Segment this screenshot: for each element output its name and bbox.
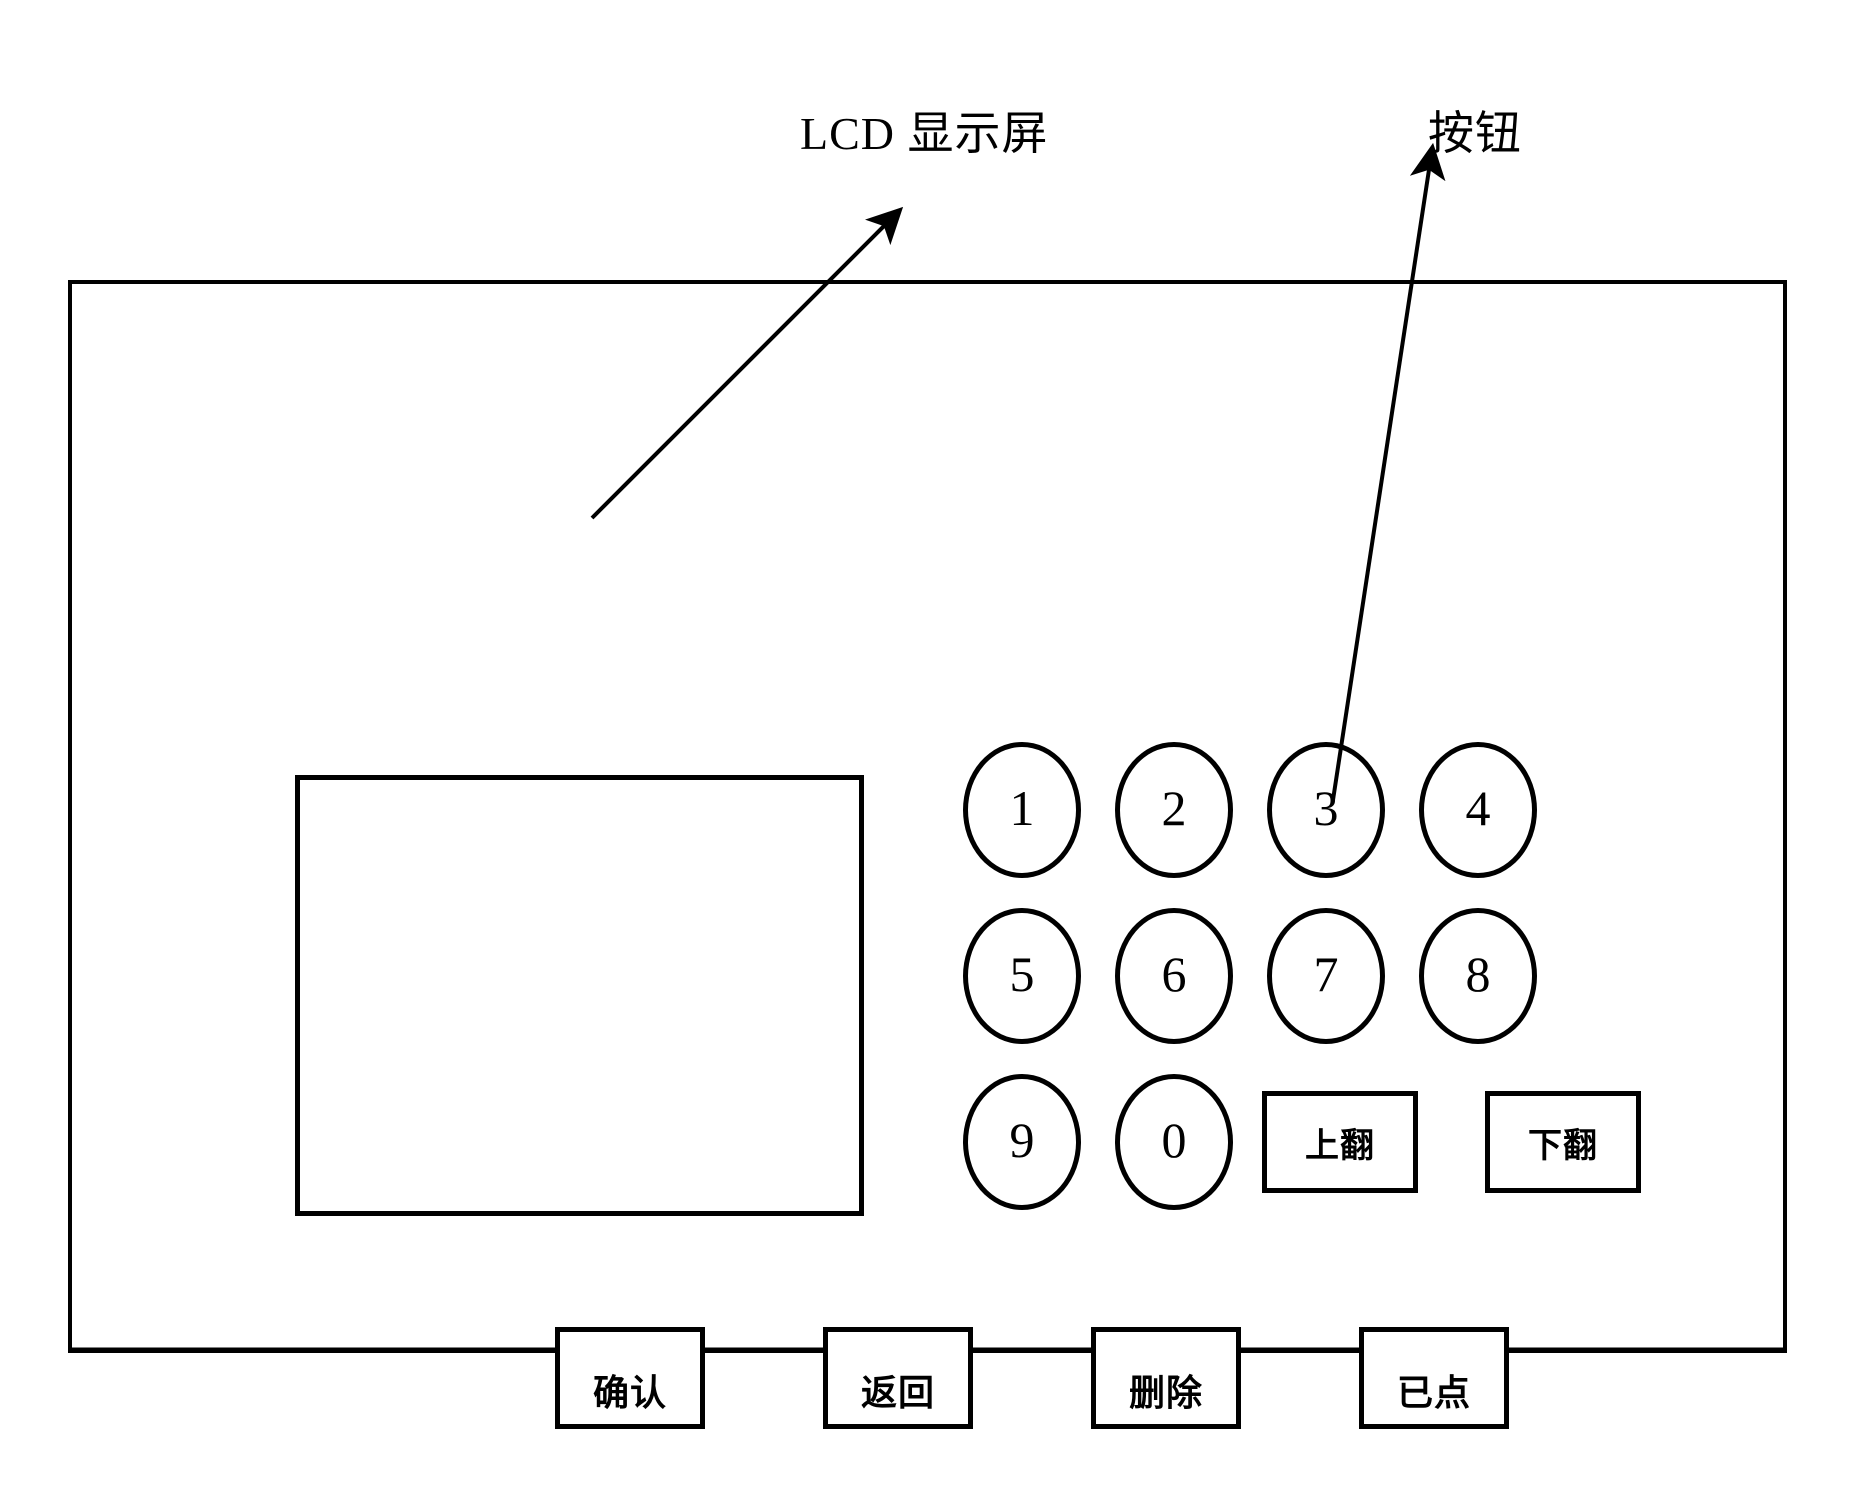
key-label: 1: [1009, 780, 1035, 836]
back-label: 返回: [860, 1372, 935, 1413]
key-circle-5[interactable]: 5: [963, 908, 1081, 1044]
confirm-button[interactable]: 确认: [555, 1327, 705, 1429]
page-down-label: 下翻: [1528, 1126, 1598, 1165]
page-up-button[interactable]: 上翻: [1262, 1091, 1418, 1193]
delete-label: 删除: [1128, 1372, 1203, 1413]
key-circle-4[interactable]: 4: [1419, 742, 1537, 878]
delete-button[interactable]: 删除: [1091, 1327, 1241, 1429]
key-label: 7: [1313, 946, 1339, 1002]
key-label: 4: [1465, 780, 1491, 836]
diagram-canvas: LCD 显示屏 按钮 1 2 3 4 5 6 7 8 9 0 上翻 下翻 确认 …: [0, 0, 1859, 1499]
key-label: 3: [1313, 780, 1339, 836]
key-label: 6: [1161, 946, 1187, 1002]
key-circle-1[interactable]: 1: [963, 742, 1081, 878]
key-circle-8[interactable]: 8: [1419, 908, 1537, 1044]
key-label: 9: [1009, 1112, 1035, 1168]
key-label: 8: [1465, 946, 1491, 1002]
key-circle-0[interactable]: 0: [1115, 1074, 1233, 1210]
annotation-label-button: 按钮: [1428, 108, 1522, 159]
key-label: 0: [1161, 1112, 1187, 1168]
key-circle-6[interactable]: 6: [1115, 908, 1233, 1044]
ordered-label: 已点: [1396, 1372, 1471, 1413]
lcd-screen[interactable]: [295, 775, 864, 1216]
annotation-label-lcd: LCD 显示屏: [800, 108, 1049, 159]
confirm-label: 确认: [592, 1372, 667, 1413]
key-label: 2: [1161, 780, 1187, 836]
key-circle-9[interactable]: 9: [963, 1074, 1081, 1210]
page-up-label: 上翻: [1305, 1126, 1375, 1165]
page-down-button[interactable]: 下翻: [1485, 1091, 1641, 1193]
back-button[interactable]: 返回: [823, 1327, 973, 1429]
key-circle-3[interactable]: 3: [1267, 742, 1385, 878]
keypad: 1 2 3 4 5 6 7 8 9 0 上翻 下翻: [963, 742, 1663, 1212]
key-circle-7[interactable]: 7: [1267, 908, 1385, 1044]
key-label: 5: [1009, 946, 1035, 1002]
ordered-button[interactable]: 已点: [1359, 1327, 1509, 1429]
key-circle-2[interactable]: 2: [1115, 742, 1233, 878]
